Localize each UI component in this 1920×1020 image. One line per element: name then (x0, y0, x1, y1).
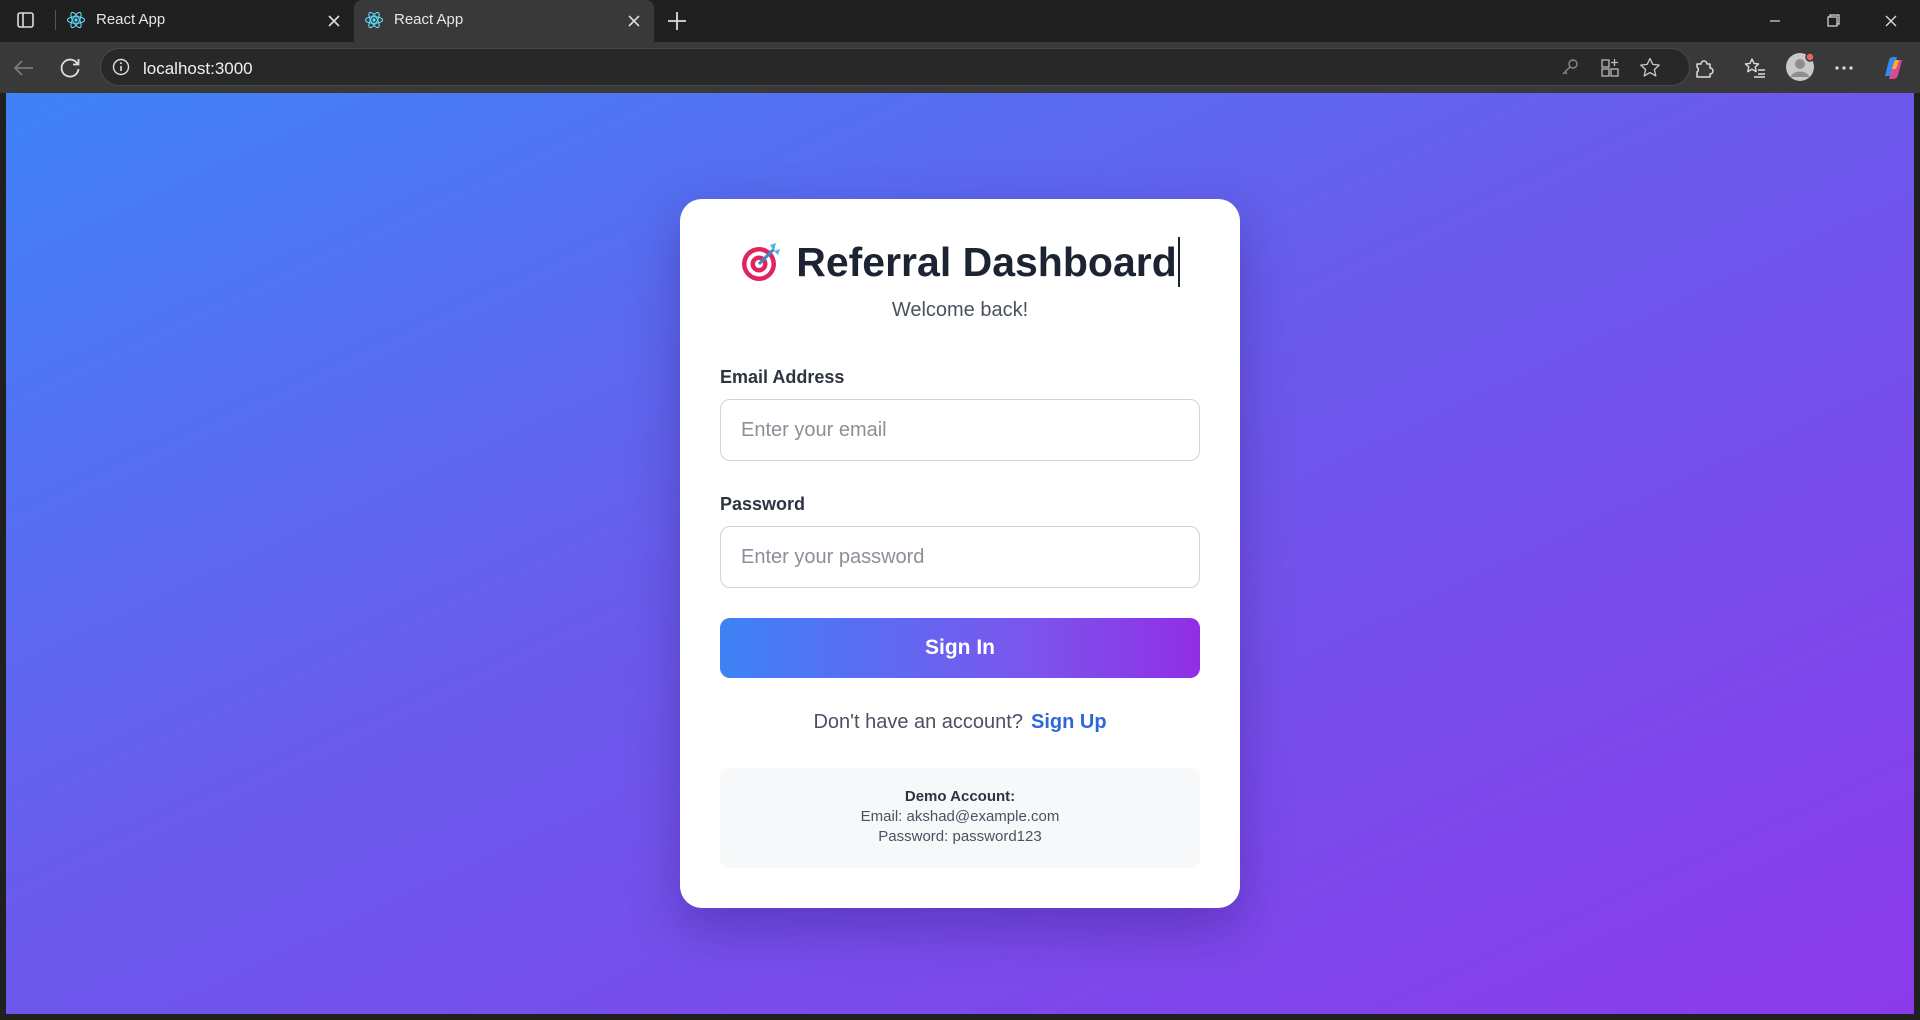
profile-avatar-icon[interactable] (1784, 51, 1816, 83)
extensions-puzzle-icon[interactable] (1686, 50, 1722, 86)
signup-prompt: Don't have an account? (813, 711, 1023, 733)
page-viewport-gradient-background: Referral Dashboard Welcome back! Email A… (6, 93, 1914, 1014)
welcome-subtitle: Welcome back! (891, 299, 1029, 321)
restore-window-icon[interactable] (1804, 0, 1862, 42)
react-icon (66, 10, 86, 30)
minimize-window-icon[interactable] (1746, 0, 1804, 42)
app-available-icon[interactable] (1596, 54, 1624, 82)
login-card: Referral Dashboard Welcome back! Email A… (680, 199, 1240, 908)
sign-in-button[interactable]: Sign In (720, 618, 1200, 678)
close-window-icon[interactable] (1862, 0, 1920, 42)
demo-account-email: Email: akshad@example.com (860, 808, 1060, 825)
browser-tab-strip: React App React App (0, 0, 1920, 42)
tab-title: React App (394, 11, 464, 28)
password-key-icon[interactable] (1556, 54, 1584, 82)
more-options-icon[interactable] (1826, 50, 1862, 86)
close-tab-icon[interactable] (622, 9, 646, 33)
react-icon (364, 10, 384, 30)
browser-tab-1[interactable]: React App (56, 0, 354, 42)
target-dart-icon (740, 241, 782, 283)
back-arrow-icon[interactable] (6, 50, 42, 86)
tab-title: React App (96, 11, 166, 28)
site-info-icon[interactable] (109, 55, 133, 79)
sign-up-link[interactable]: Sign Up (1031, 711, 1107, 733)
url-text[interactable]: localhost:3000 (143, 59, 253, 79)
demo-account-box: Demo Account: Email: akshad@example.com … (720, 768, 1200, 868)
close-tab-icon[interactable] (322, 9, 346, 33)
page-title: Referral Dashboard (796, 237, 1180, 287)
demo-account-password: Password: password123 (878, 828, 1042, 845)
reload-icon[interactable] (52, 50, 88, 86)
password-label: Password (720, 494, 806, 514)
browser-tab-2-active[interactable]: React App (354, 0, 654, 42)
copilot-icon[interactable] (1875, 50, 1911, 86)
email-input[interactable] (720, 399, 1200, 461)
tab-actions-icon[interactable] (10, 7, 40, 33)
favorite-star-icon[interactable] (1636, 54, 1664, 82)
favorites-list-icon[interactable] (1737, 50, 1773, 86)
browser-toolbar: localhost:3000 (0, 42, 1920, 93)
signup-row: Don't have an account? Sign Up (680, 711, 1240, 734)
password-input[interactable] (720, 526, 1200, 588)
email-label: Email Address (720, 367, 845, 387)
title-row: Referral Dashboard (680, 237, 1240, 287)
new-tab-plus-icon[interactable] (663, 7, 691, 35)
address-bar[interactable]: localhost:3000 (100, 48, 1690, 86)
demo-account-title: Demo Account: (904, 788, 1016, 805)
